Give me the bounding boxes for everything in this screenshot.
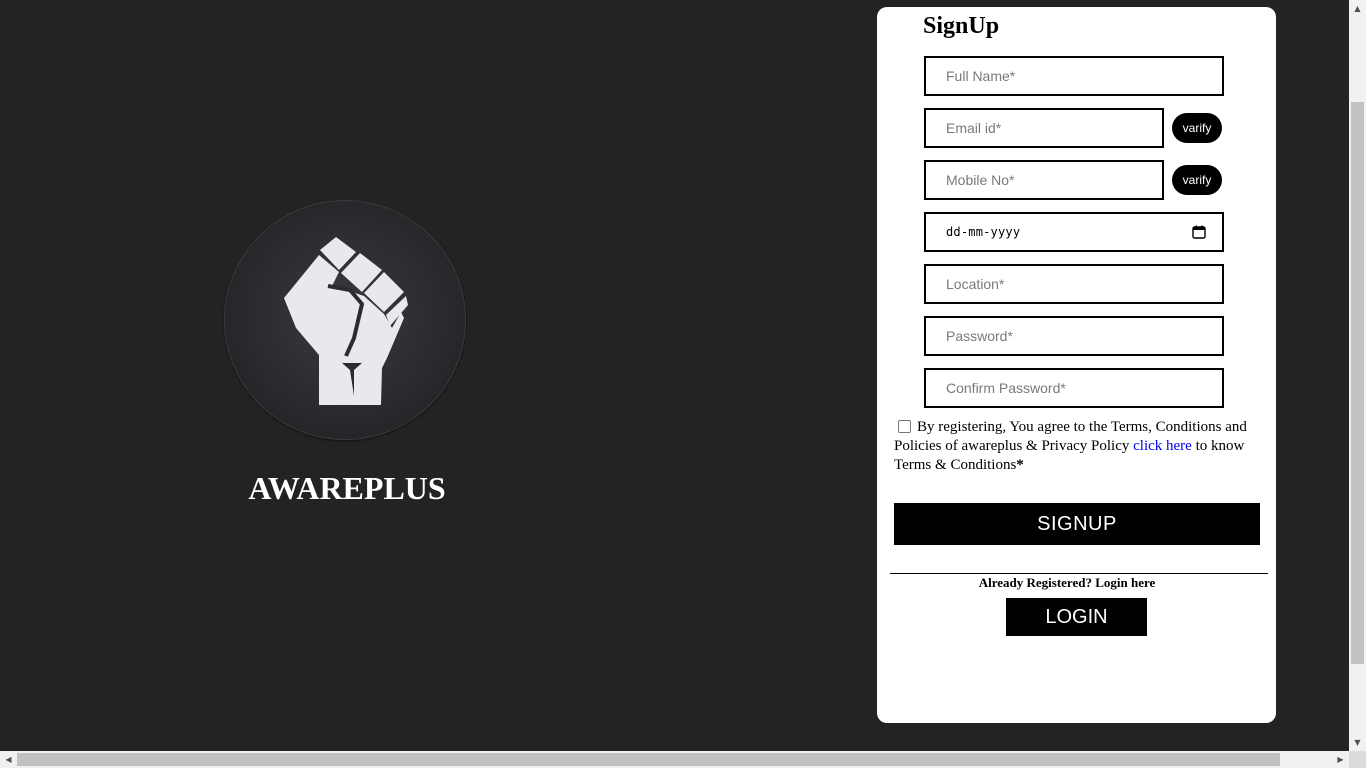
horizontal-scrollbar[interactable]: ◀ ▶ (0, 751, 1349, 768)
mobile-input[interactable] (924, 160, 1164, 200)
terms-link[interactable]: click here (1133, 438, 1192, 454)
divider (890, 573, 1268, 574)
raised-fist-icon (284, 237, 408, 405)
signup-button[interactable]: SIGNUP (894, 503, 1260, 545)
location-input[interactable] (924, 264, 1224, 304)
terms-checkbox[interactable] (898, 420, 911, 433)
vertical-scroll-thumb[interactable] (1351, 102, 1364, 664)
horizontal-scroll-thumb[interactable] (17, 753, 1280, 766)
brand-name: AWAREPLUS (248, 470, 446, 506)
login-button[interactable]: LOGIN (1006, 598, 1147, 636)
password-input[interactable] (924, 316, 1224, 356)
scroll-up-icon[interactable]: ▲ (1349, 0, 1366, 17)
date-of-birth-input[interactable]: dd-mm-yyyy (924, 212, 1224, 252)
full-name-input[interactable] (924, 56, 1224, 96)
scroll-left-icon[interactable]: ◀ (0, 751, 17, 768)
already-registered-text: Already Registered? Login here (978, 575, 1156, 590)
email-input[interactable] (924, 108, 1164, 148)
date-placeholder: dd-mm-yyyy (946, 225, 1021, 239)
calendar-icon[interactable] (1192, 225, 1206, 239)
signup-card: SignUp varify varify dd-mm-yyyy By regis… (877, 7, 1276, 723)
page: AWAREPLUS SignUp varify varify dd-mm-yyy… (0, 0, 1349, 751)
verify-email-button[interactable]: varify (1172, 113, 1222, 143)
verify-mobile-button[interactable]: varify (1172, 165, 1222, 195)
required-mark: * (1016, 457, 1024, 473)
scroll-right-icon[interactable]: ▶ (1332, 751, 1349, 768)
brand-logo (224, 200, 466, 440)
scrollbar-corner (1349, 751, 1366, 768)
vertical-scrollbar[interactable]: ▲ ▼ (1349, 0, 1366, 751)
terms-agreement: By registering, You agree to the Terms, … (894, 418, 1264, 475)
confirm-password-input[interactable] (924, 368, 1224, 408)
signup-title: SignUp (923, 13, 1000, 39)
scroll-down-icon[interactable]: ▼ (1349, 734, 1366, 751)
